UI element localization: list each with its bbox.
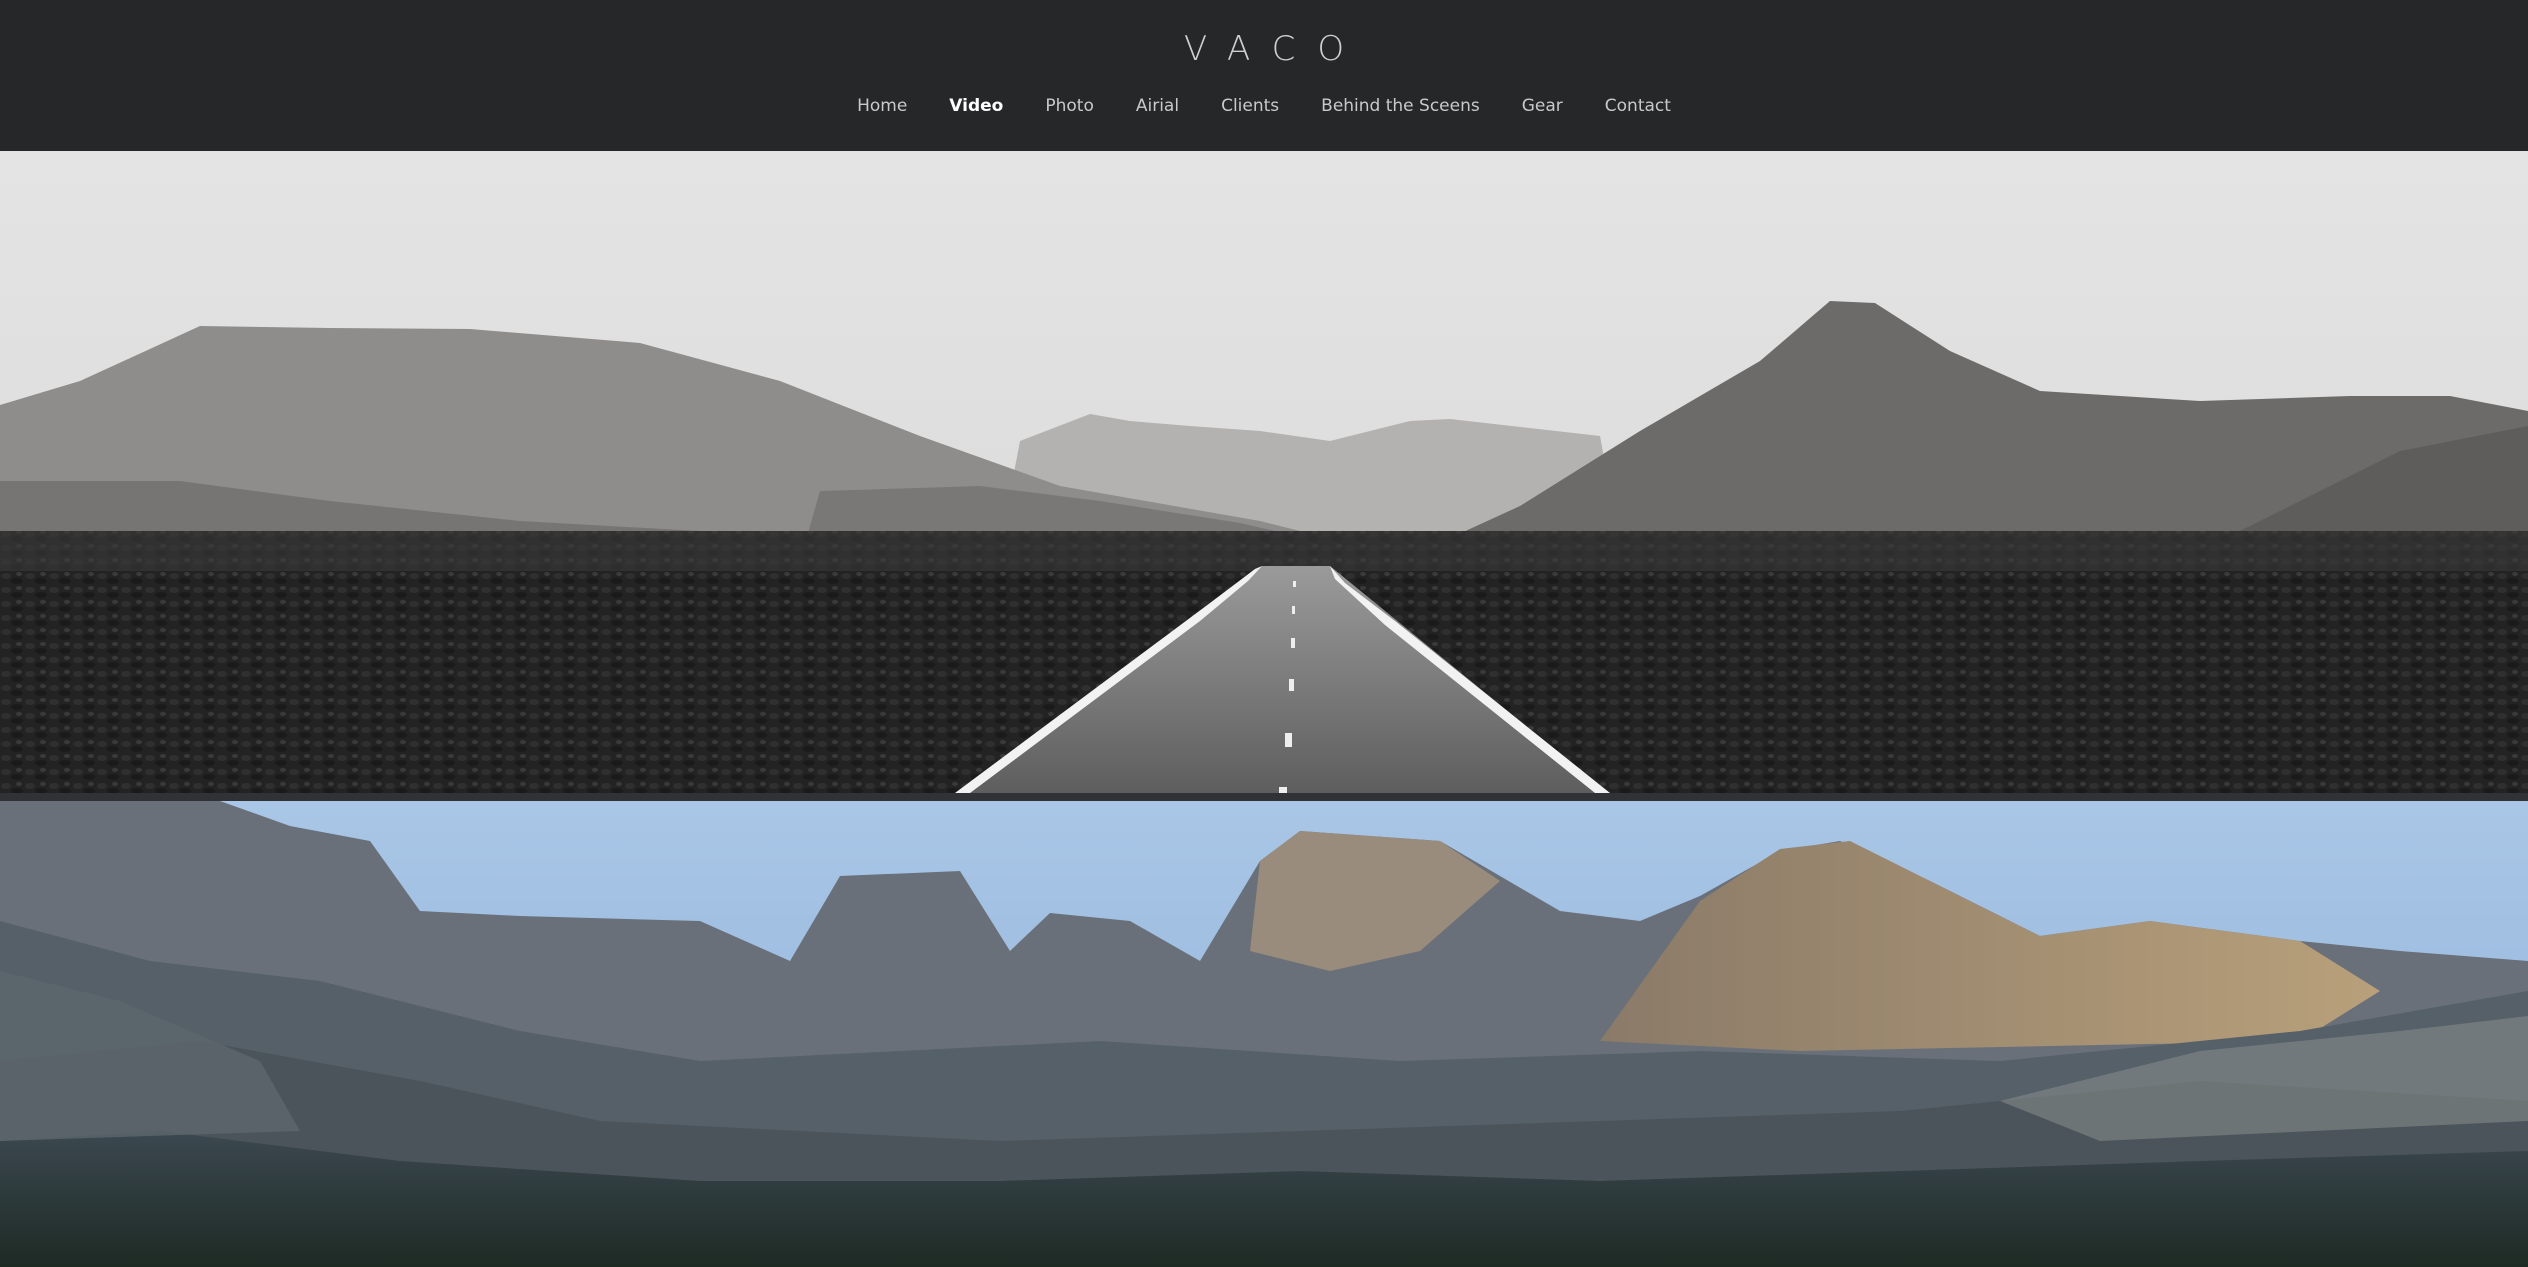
nav-clients[interactable]: Clients — [1221, 96, 1279, 116]
nav-airial[interactable]: Airial — [1136, 96, 1179, 116]
hero-road-image — [0, 151, 2528, 793]
site-header: VACO Home Video Photo Airial Clients Beh… — [0, 0, 2528, 151]
nav-behind-the-sceens[interactable]: Behind the Sceens — [1321, 96, 1480, 116]
site-logo[interactable]: VACO — [0, 27, 2528, 71]
nav-home[interactable]: Home — [857, 96, 907, 116]
nav-gear[interactable]: Gear — [1522, 96, 1563, 116]
nav-contact[interactable]: Contact — [1605, 96, 1671, 116]
main-nav: Home Video Photo Airial Clients Behind t… — [0, 91, 2528, 121]
hero-mountains-image — [0, 801, 2528, 1267]
section-divider — [0, 793, 2528, 801]
nav-video[interactable]: Video — [949, 96, 1003, 116]
nav-photo[interactable]: Photo — [1045, 96, 1094, 116]
